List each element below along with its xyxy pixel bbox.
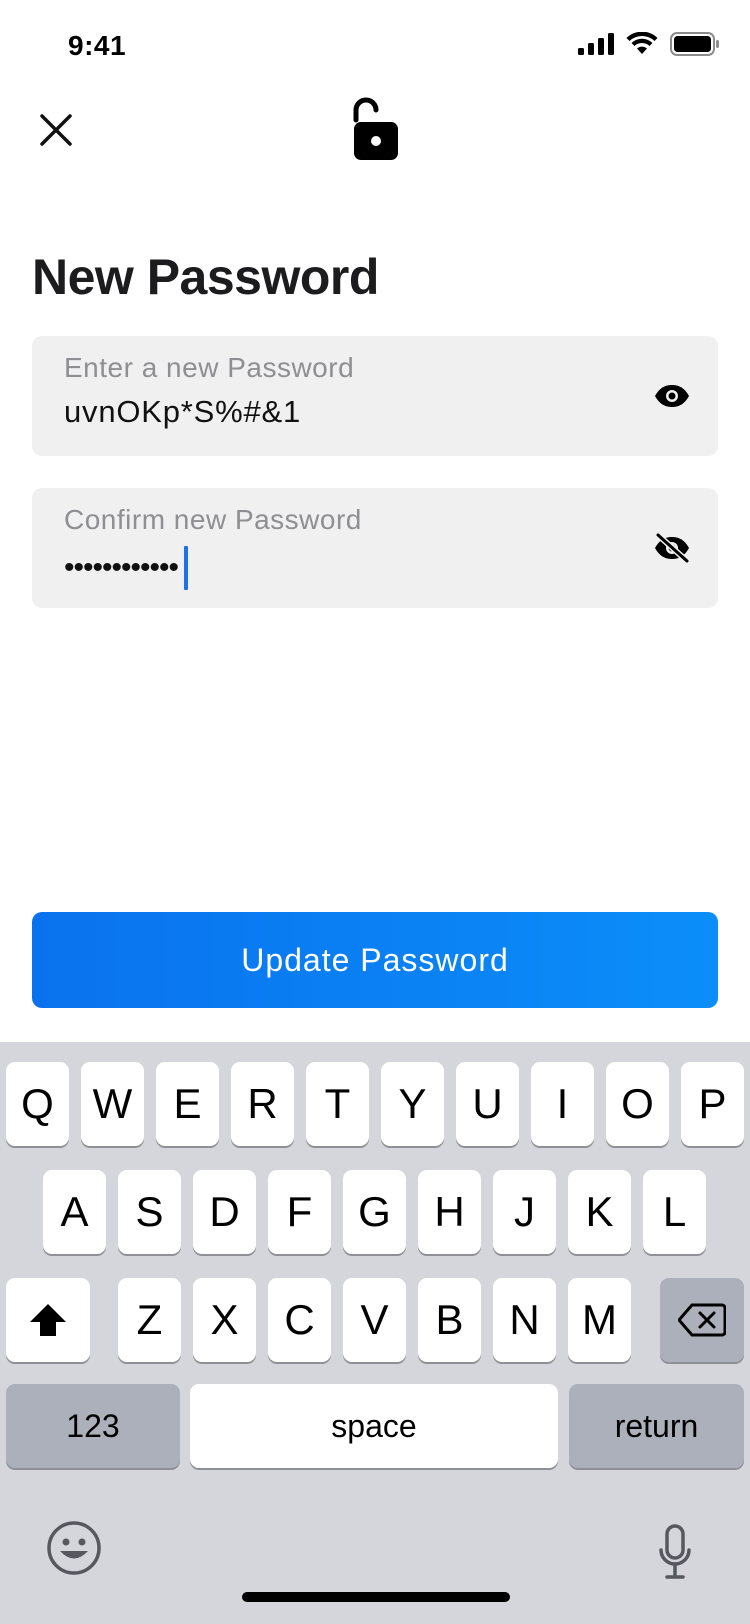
key-l[interactable]: L — [643, 1170, 706, 1254]
masked-password: •••••••••••• — [64, 551, 179, 584]
key-n[interactable]: N — [493, 1278, 556, 1362]
key-q[interactable]: Q — [6, 1062, 69, 1146]
new-password-value[interactable]: uvnOKp*S%#&1 — [64, 394, 301, 430]
text-cursor — [184, 546, 189, 590]
keyboard-row-1: QWERTYUIOP — [0, 1062, 750, 1146]
keyboard-row-4: 123 space return — [0, 1384, 750, 1468]
shift-icon — [30, 1304, 66, 1336]
update-password-button[interactable]: Update Password — [32, 912, 718, 1008]
close-button[interactable] — [34, 108, 78, 152]
key-b[interactable]: B — [418, 1278, 481, 1362]
dictation-button[interactable] — [656, 1520, 694, 1584]
key-i[interactable]: I — [531, 1062, 594, 1146]
space-key[interactable]: space — [190, 1384, 558, 1468]
key-w[interactable]: W — [81, 1062, 144, 1146]
key-z[interactable]: Z — [118, 1278, 181, 1362]
battery-icon — [670, 32, 719, 56]
key-g[interactable]: G — [343, 1170, 406, 1254]
keyboard-row-2: ASDFGHJKL — [0, 1170, 750, 1254]
key-d[interactable]: D — [193, 1170, 256, 1254]
key-j[interactable]: J — [493, 1170, 556, 1254]
key-y[interactable]: Y — [381, 1062, 444, 1146]
eye-off-icon — [655, 533, 690, 563]
key-h[interactable]: H — [418, 1170, 481, 1254]
key-t[interactable]: T — [306, 1062, 369, 1146]
status-bar: 9:41 — [0, 0, 750, 94]
keyboard-row-3: ZXCVBNM — [0, 1278, 750, 1362]
page-title: New Password — [32, 249, 379, 305]
cellular-signal-icon — [578, 33, 614, 55]
key-s[interactable]: S — [118, 1170, 181, 1254]
emoji-button[interactable] — [46, 1520, 102, 1576]
wifi-icon — [626, 32, 658, 54]
shift-key[interactable] — [6, 1278, 90, 1362]
microphone-icon — [659, 1524, 691, 1579]
unlock-icon — [353, 97, 398, 160]
key-u[interactable]: U — [456, 1062, 519, 1146]
confirm-password-value[interactable]: •••••••••••• — [64, 546, 189, 590]
key-x[interactable]: X — [193, 1278, 256, 1362]
new-password-field[interactable]: Enter a new Password uvnOKp*S%#&1 — [32, 336, 718, 456]
confirm-password-label: Confirm new Password — [64, 504, 362, 535]
key-m[interactable]: M — [568, 1278, 631, 1362]
toggle-visibility-button[interactable] — [652, 528, 692, 568]
confirm-password-field[interactable]: Confirm new Password •••••••••••• — [32, 488, 718, 608]
return-key[interactable]: return — [569, 1384, 744, 1468]
keyboard: QWERTYUIOP ASDFGHJKL ZXCVBNM 123 space r… — [0, 1042, 750, 1624]
backspace-icon — [678, 1303, 726, 1337]
key-o[interactable]: O — [606, 1062, 669, 1146]
eye-icon — [655, 385, 689, 407]
key-r[interactable]: R — [231, 1062, 294, 1146]
key-k[interactable]: K — [568, 1170, 631, 1254]
numbers-key[interactable]: 123 — [6, 1384, 180, 1468]
key-a[interactable]: A — [43, 1170, 106, 1254]
key-f[interactable]: F — [268, 1170, 331, 1254]
close-icon — [40, 114, 72, 146]
status-icons — [578, 32, 720, 56]
key-e[interactable]: E — [156, 1062, 219, 1146]
toggle-visibility-button[interactable] — [652, 376, 692, 416]
delete-key[interactable] — [660, 1278, 744, 1362]
status-time: 9:41 — [68, 30, 127, 61]
key-c[interactable]: C — [268, 1278, 331, 1362]
home-indicator — [242, 1592, 510, 1602]
new-password-label: Enter a new Password — [64, 352, 355, 383]
key-p[interactable]: P — [681, 1062, 744, 1146]
emoji-icon — [47, 1521, 101, 1575]
key-v[interactable]: V — [343, 1278, 406, 1362]
